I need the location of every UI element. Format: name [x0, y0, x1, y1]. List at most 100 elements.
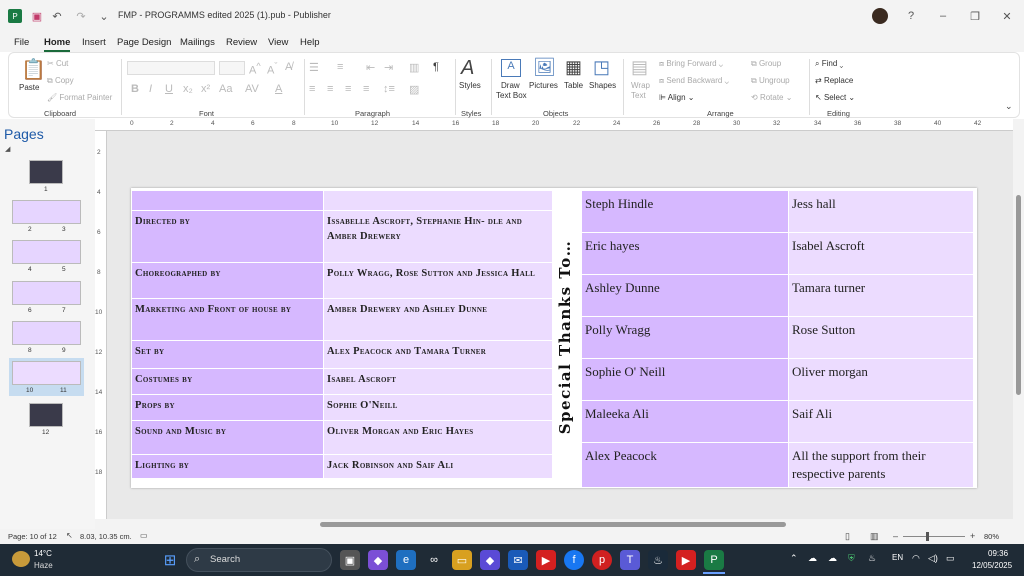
credit-names[interactable]: Issabelle Ascroft, Stephanie Hin- dle an… [323, 210, 553, 263]
zoom-in-icon[interactable]: + [970, 531, 975, 541]
teams-icon[interactable]: T [620, 550, 640, 570]
table-row[interactable]: Sound and Music by Oliver Morgan and Eri… [131, 420, 553, 455]
credit-names[interactable]: Amber Drewery and Ashley Dunne [323, 298, 553, 341]
outlook-icon[interactable]: ✉ [508, 550, 528, 570]
align-left-icon[interactable]: ≡ [309, 83, 315, 95]
tab-home[interactable]: Home [44, 37, 71, 52]
page-indicator[interactable]: Page: 10 of 12 [8, 532, 57, 541]
thanks-name[interactable]: Eric hayes [581, 232, 789, 275]
clear-formatting-icon[interactable]: A̸ [285, 61, 292, 73]
thanks-name[interactable]: Saif Ali [788, 400, 974, 443]
table-row[interactable]: Costumes by Isabel Ascroft [131, 368, 553, 395]
credit-role[interactable]: Sound and Music by [131, 420, 324, 455]
font-name-field[interactable] [127, 61, 215, 75]
close-icon[interactable]: ✕ [1000, 9, 1014, 23]
special-thanks-table[interactable]: Steph Hindle Jess hall Eric hayes Isabel… [581, 190, 974, 488]
shading-icon[interactable]: ▨ [409, 83, 419, 96]
table-row[interactable]: Sophie O' Neill Oliver morgan [581, 358, 974, 401]
security-icon[interactable]: ⛨ [848, 553, 855, 564]
rotate-button[interactable]: ⟲ Rotate ⌄ [751, 93, 792, 102]
page-thumbnail-8-9[interactable] [12, 321, 81, 345]
save-icon[interactable]: ▣ [30, 9, 44, 23]
thanks-name[interactable]: Maleeka Ali [581, 400, 789, 443]
change-case-icon[interactable]: Aa [219, 83, 232, 95]
align-right-icon[interactable]: ≡ [345, 83, 351, 95]
maximize-icon[interactable]: ❐ [968, 9, 982, 23]
table-row[interactable]: Props by Sophie O'Neill [131, 394, 553, 421]
edge-icon[interactable]: e [396, 550, 416, 570]
align-center-icon[interactable]: ≡ [327, 83, 333, 95]
send-backward-button[interactable]: ⧈ Send Backward ⌄ [659, 76, 729, 86]
credits-table[interactable]: Directed by Issabelle Ascroft, Stephanie… [131, 190, 553, 479]
styles-icon[interactable]: A [461, 57, 474, 80]
thanks-name[interactable]: Alex Peacock [581, 442, 789, 488]
draw-text-box-label[interactable]: Draw [501, 81, 520, 90]
publisher-taskbar-icon[interactable]: P [704, 550, 724, 570]
copy-button[interactable]: ⧉ Copy [47, 76, 74, 86]
thanks-name[interactable]: Isabel Ascroft [788, 232, 974, 275]
credit-role[interactable]: Lighting by [131, 454, 324, 479]
paste-button[interactable]: Paste [19, 83, 39, 92]
bring-forward-button[interactable]: ⧈ Bring Forward ⌄ [659, 59, 723, 69]
tab-insert[interactable]: Insert [82, 37, 106, 48]
table-row[interactable]: Lighting by Jack Robinson and Saif Ali [131, 454, 553, 479]
italic-icon[interactable]: I [149, 83, 152, 95]
shapes-button[interactable]: Shapes [589, 81, 616, 90]
credit-role[interactable]: Directed by [131, 210, 324, 263]
tab-file[interactable]: File [14, 37, 29, 48]
credit-role[interactable]: Costumes by [131, 368, 324, 395]
table-row[interactable]: Set by Alex Peacock and Tamara Turner [131, 340, 553, 369]
credit-names[interactable]: Polly Wragg, Rose Sutton and Jessica Hal… [323, 262, 553, 299]
special-thanks-heading-box[interactable]: Special Thanks To… [545, 187, 585, 487]
numbering-icon[interactable]: ≡ [337, 61, 343, 73]
credit-names[interactable] [323, 190, 553, 211]
find-button[interactable]: ⌕ Find ⌄ [815, 59, 843, 69]
paste-icon[interactable]: 📋 [21, 57, 46, 82]
table-row[interactable]: Marketing and Front of house by Amber Dr… [131, 298, 553, 341]
credit-names[interactable]: Alex Peacock and Tamara Turner [323, 340, 553, 369]
zoom-slider-thumb[interactable] [926, 532, 929, 541]
wrap-text-label[interactable]: Wrap [631, 81, 650, 90]
pictures-icon[interactable]: 🖼 [533, 57, 556, 78]
help-icon[interactable]: ? [904, 9, 918, 23]
meta-icon[interactable]: ∞ [424, 550, 444, 570]
zoom-level[interactable]: 80% [984, 532, 999, 541]
draw-text-box-label-2[interactable]: Text Box [496, 91, 527, 100]
text-box-icon[interactable]: A [501, 59, 521, 77]
collapse-triangle-icon[interactable]: ◢ [5, 145, 10, 153]
copilot-icon[interactable]: ◆ [368, 550, 388, 570]
onedrive-personal-icon[interactable]: ☁ [828, 553, 837, 564]
vertical-scrollbar[interactable] [1013, 119, 1024, 529]
pinterest-icon[interactable]: p [592, 550, 612, 570]
credit-role[interactable]: Props by [131, 394, 324, 421]
avatar[interactable] [872, 8, 888, 24]
two-page-view-icon[interactable]: ▥ [870, 531, 879, 542]
thanks-name[interactable]: Sophie O' Neill [581, 358, 789, 401]
credit-names[interactable]: Isabel Ascroft [323, 368, 553, 395]
credit-names[interactable]: Oliver Morgan and Eric Hayes [323, 420, 553, 455]
comment-icon[interactable]: ▭ [140, 531, 148, 540]
table-row[interactable]: Polly Wragg Rose Sutton [581, 316, 974, 359]
thanks-name[interactable]: Tamara turner [788, 274, 974, 317]
superscript-icon[interactable]: x² [201, 83, 210, 95]
shapes-icon[interactable]: ◳ [593, 57, 610, 78]
thanks-name[interactable]: Rose Sutton [788, 316, 974, 359]
bullets-icon[interactable]: ☰ [309, 61, 319, 74]
thanks-name[interactable]: Ashley Dunne [581, 274, 789, 317]
clock-time[interactable]: 09:36 [988, 549, 1008, 558]
page-thumbnail-12[interactable] [29, 403, 63, 427]
redo-icon[interactable]: ↷ [74, 9, 88, 23]
page-thumbnail-10-11[interactable] [12, 361, 81, 385]
single-page-view-icon[interactable]: ▯ [845, 531, 850, 542]
battery-icon[interactable]: ▭ [946, 553, 955, 564]
line-spacing-icon[interactable]: ↕≡ [383, 83, 395, 95]
collapse-ribbon-icon[interactable]: ⌄ [1005, 101, 1013, 112]
page-thumbnail-2-3[interactable] [12, 200, 81, 224]
clock-date[interactable]: 12/05/2025 [972, 561, 1012, 570]
bold-icon[interactable]: B [131, 83, 139, 95]
underline-icon[interactable]: U [165, 83, 173, 95]
minimize-icon[interactable]: – [936, 9, 950, 23]
columns-icon[interactable]: ▥ [409, 61, 419, 74]
weather-condition[interactable]: Haze [34, 561, 53, 570]
group-button[interactable]: ⧉ Group [751, 59, 781, 69]
